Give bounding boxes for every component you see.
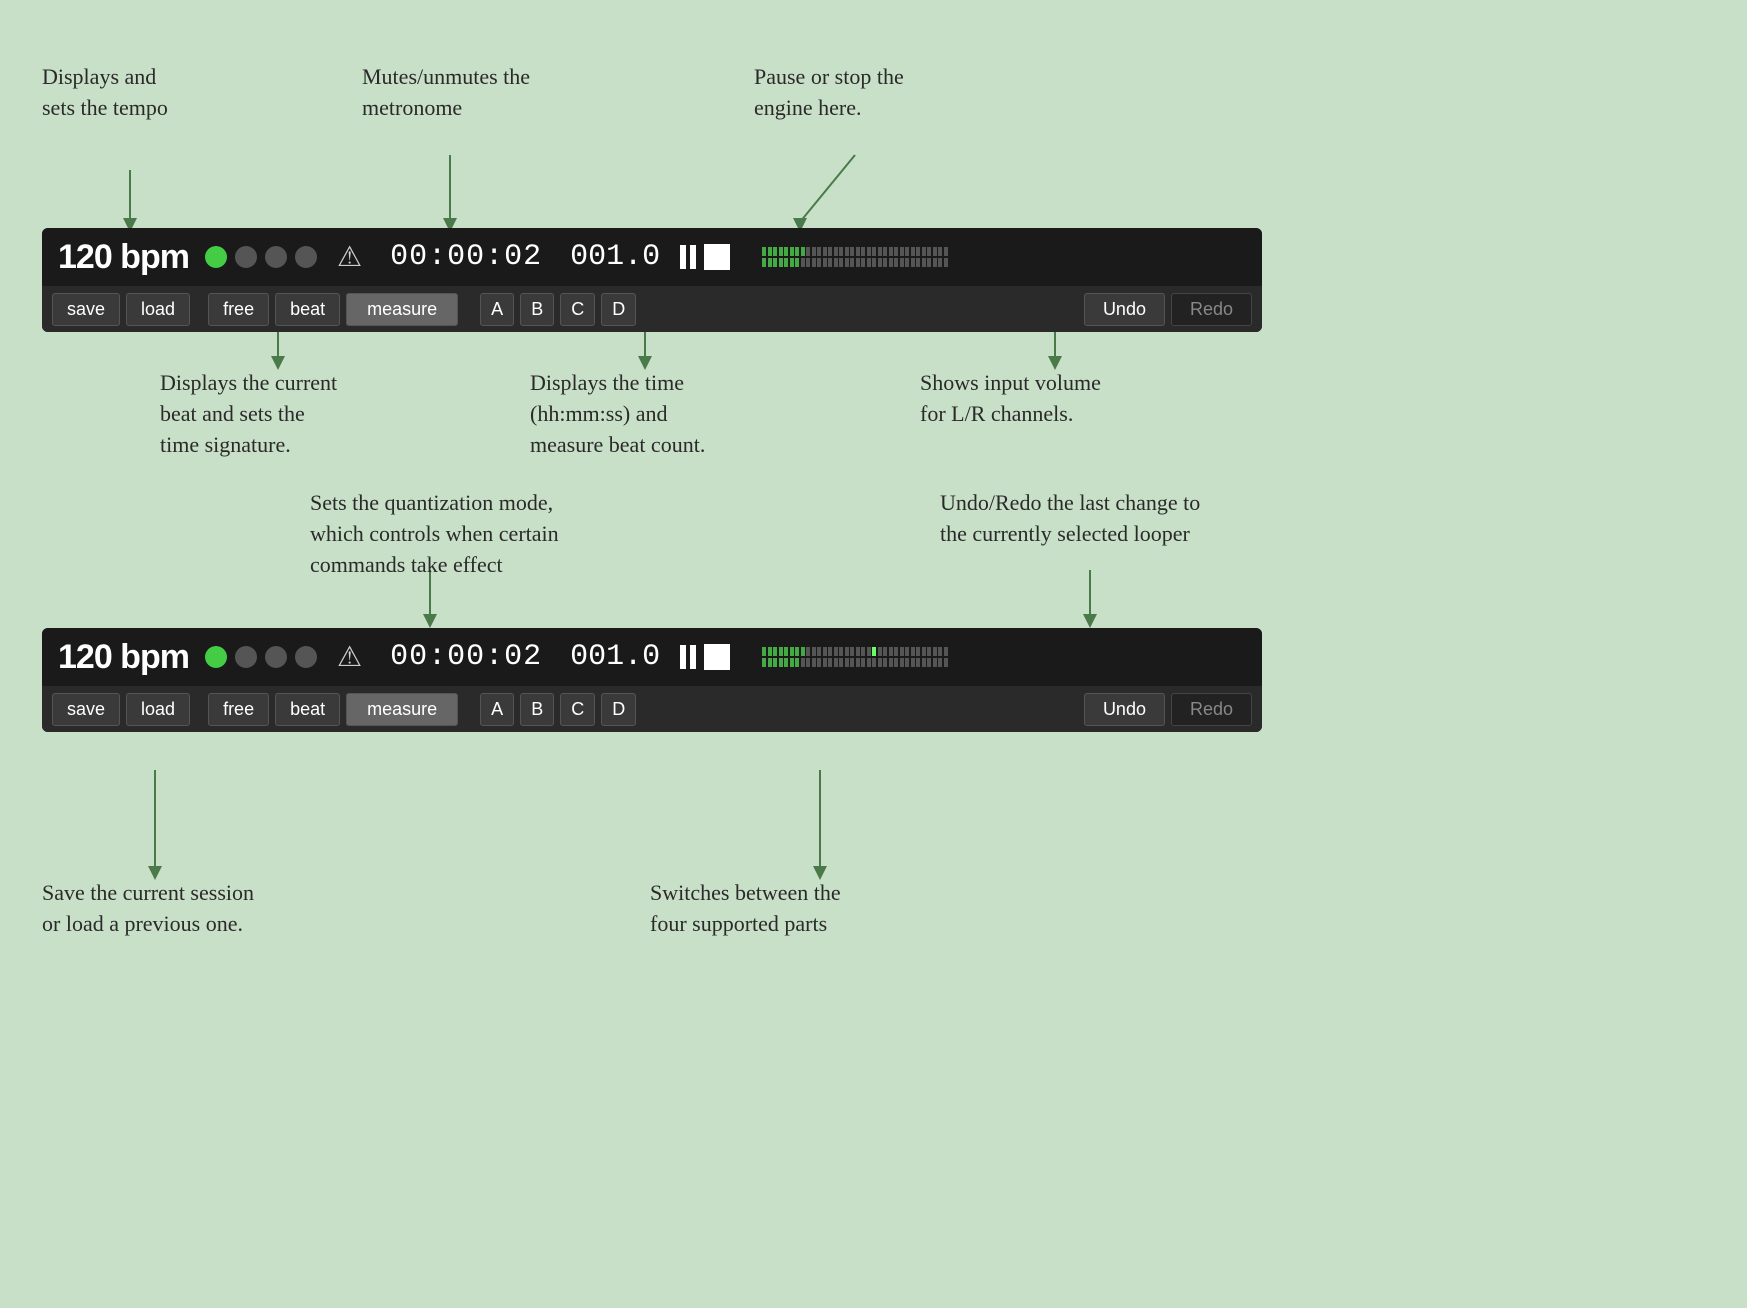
- load-button-2[interactable]: load: [126, 693, 190, 726]
- save-button-2[interactable]: save: [52, 693, 120, 726]
- beat-button-2[interactable]: beat: [275, 693, 340, 726]
- transport-bottom-2: save load free beat measure A B C D Undo…: [42, 686, 1262, 732]
- stop-button-1[interactable]: [704, 244, 730, 270]
- a-button-2[interactable]: A: [480, 693, 514, 726]
- beat-dots-2: [205, 646, 317, 668]
- a-button-1[interactable]: A: [480, 293, 514, 326]
- quantization-annotation: Sets the quantization mode, which contro…: [310, 488, 559, 580]
- bpm-display-2[interactable]: 120 bpm: [58, 638, 189, 677]
- dot-2-green: [205, 646, 227, 668]
- pause-stop-annotation: Pause or stop the engine here.: [754, 62, 904, 124]
- beat-dots-1: [205, 246, 317, 268]
- time-display-1: 00:00:02: [390, 240, 542, 274]
- c-button-2[interactable]: C: [560, 693, 595, 726]
- metronome-icon-2[interactable]: ⚠: [337, 640, 362, 674]
- dot-2-dark-1: [235, 646, 257, 668]
- measure-button-1[interactable]: measure: [346, 293, 458, 326]
- time-display-2: 00:00:02: [390, 640, 542, 674]
- transport-top-1: 120 bpm ⚠ 00:00:02 001.0: [42, 228, 1262, 286]
- b-button-2[interactable]: B: [520, 693, 554, 726]
- free-button-1[interactable]: free: [208, 293, 269, 326]
- beat-signature-annotation: Displays the current beat and sets the t…: [160, 368, 337, 460]
- dot-1-green: [205, 246, 227, 268]
- measure-display-2: 001.0: [570, 640, 660, 674]
- meter-row-bottom-2: [762, 658, 948, 667]
- redo-button-2[interactable]: Redo: [1171, 693, 1252, 726]
- volume-annotation: Shows input volume for L/R channels.: [920, 368, 1101, 430]
- meter-row-bottom-1: [762, 258, 948, 267]
- time-measure-annotation: Displays the time (hh:mm:ss) and measure…: [530, 368, 705, 460]
- measure-display-1: 001.0: [570, 240, 660, 274]
- stop-button-2[interactable]: [704, 644, 730, 670]
- dot-2-dark-2: [265, 646, 287, 668]
- undo-redo-annotation: Undo/Redo the last change to the current…: [940, 488, 1200, 550]
- meter-row-top-1: [762, 247, 948, 256]
- load-button-1[interactable]: load: [126, 293, 190, 326]
- transport-controls-2: [680, 644, 730, 670]
- dot-1-dark-1: [235, 246, 257, 268]
- level-meter-2: [762, 647, 948, 667]
- dot-1-dark-2: [265, 246, 287, 268]
- bpm-display-1[interactable]: 120 bpm: [58, 238, 189, 277]
- level-meter-1: [762, 247, 948, 267]
- pause-button-2[interactable]: [680, 645, 696, 669]
- transport-bottom-1: save load free beat measure A B C D Undo…: [42, 286, 1262, 332]
- transport-bar-1: 120 bpm ⚠ 00:00:02 001.0: [42, 228, 1262, 332]
- c-button-1[interactable]: C: [560, 293, 595, 326]
- d-button-2[interactable]: D: [601, 693, 636, 726]
- metronome-icon-1[interactable]: ⚠: [337, 240, 362, 274]
- redo-button-1[interactable]: Redo: [1171, 293, 1252, 326]
- transport-controls-1: [680, 244, 730, 270]
- pause-button-1[interactable]: [680, 245, 696, 269]
- transport-top-2: 120 bpm ⚠ 00:00:02 001.0: [42, 628, 1262, 686]
- save-button-1[interactable]: save: [52, 293, 120, 326]
- save-load-annotation: Save the current session or load a previ…: [42, 878, 254, 940]
- b-button-1[interactable]: B: [520, 293, 554, 326]
- metronome-annotation: Mutes/unmutes the metronome: [362, 62, 530, 124]
- undo-button-2[interactable]: Undo: [1084, 693, 1165, 726]
- dot-1-dark-3: [295, 246, 317, 268]
- meter-row-top-2: [762, 647, 948, 656]
- parts-annotation: Switches between the four supported part…: [650, 878, 841, 940]
- undo-button-1[interactable]: Undo: [1084, 293, 1165, 326]
- dot-2-dark-3: [295, 646, 317, 668]
- tempo-annotation: Displays and sets the tempo: [42, 62, 168, 124]
- transport-bar-2: 120 bpm ⚠ 00:00:02 001.0: [42, 628, 1262, 732]
- measure-button-2[interactable]: measure: [346, 693, 458, 726]
- free-button-2[interactable]: free: [208, 693, 269, 726]
- d-button-1[interactable]: D: [601, 293, 636, 326]
- beat-button-1[interactable]: beat: [275, 293, 340, 326]
